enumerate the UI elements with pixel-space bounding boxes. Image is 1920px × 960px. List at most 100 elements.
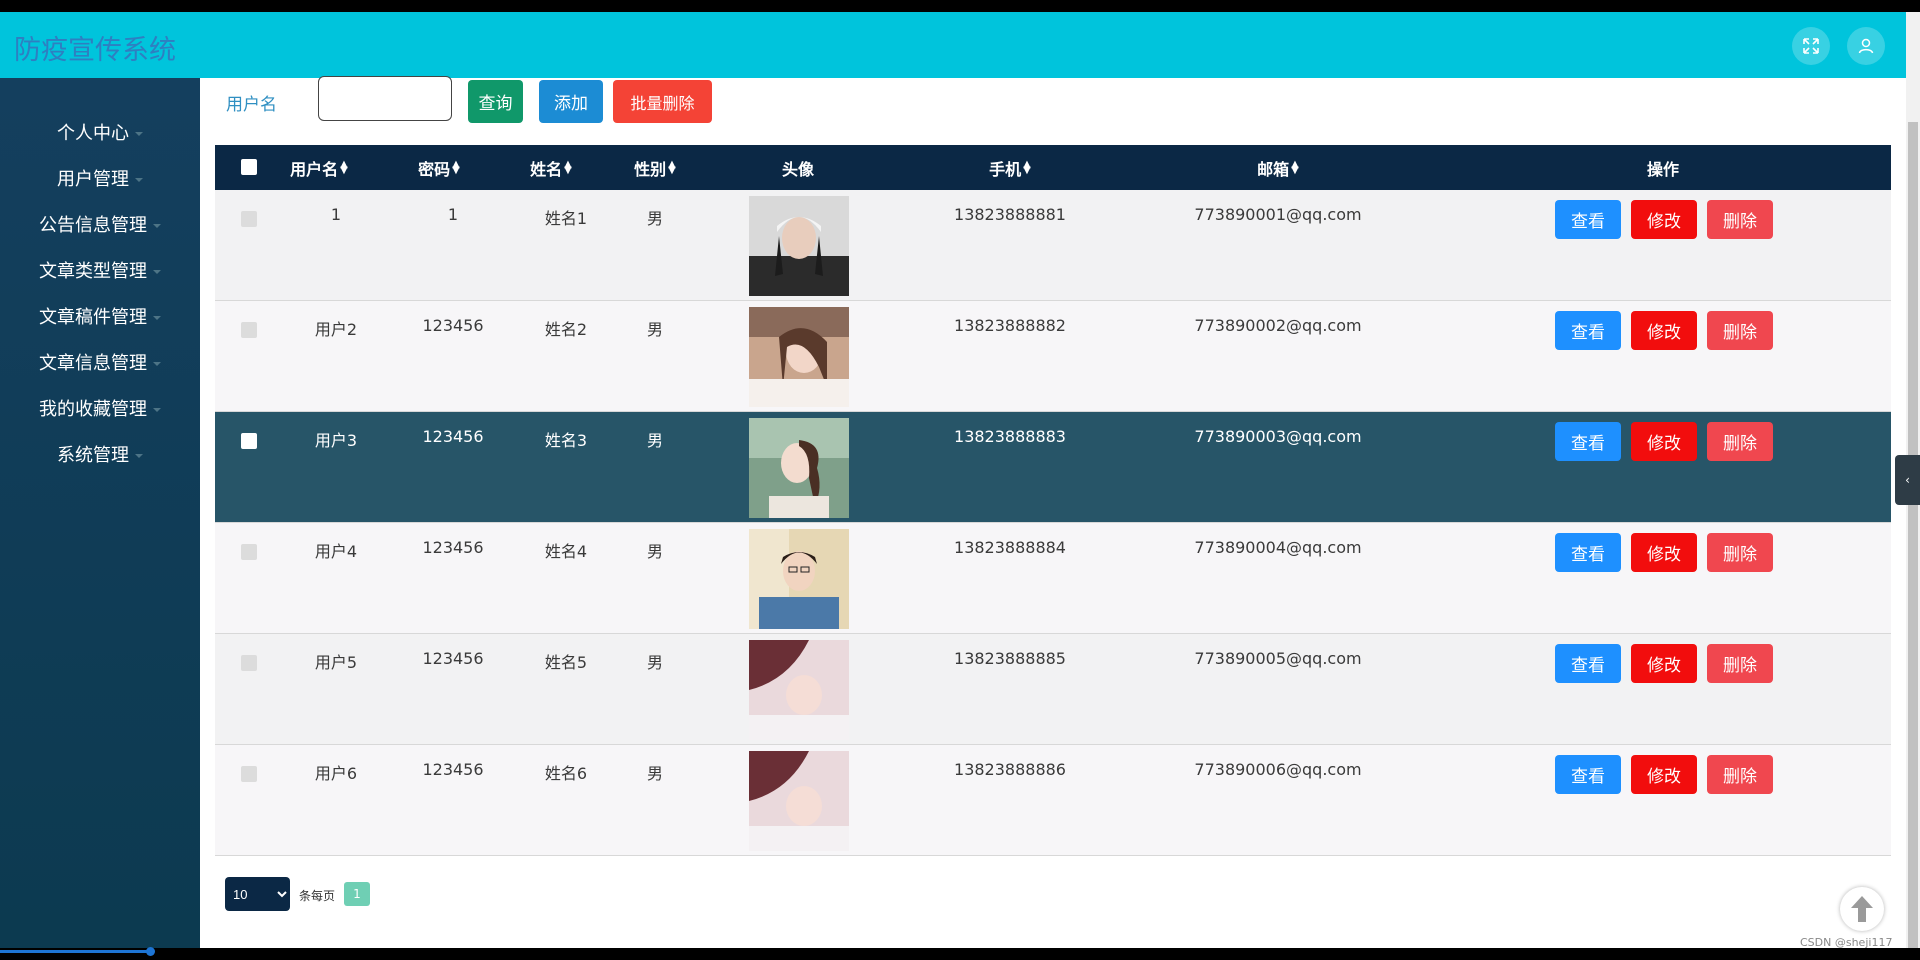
sort-icon: ▲ ▼ [1291, 158, 1299, 176]
delete-button[interactable]: 删除 [1707, 755, 1773, 794]
cell-phone: 13823888881 [954, 205, 1066, 224]
progress-handle[interactable] [146, 947, 155, 956]
cell-username: 1 [330, 205, 342, 224]
delete-button[interactable]: 删除 [1707, 533, 1773, 572]
cell-email: 773890005@qq.com [1194, 649, 1362, 668]
avatar-image [749, 196, 849, 296]
arrow-up-icon [1851, 896, 1873, 922]
chevron-down-icon [153, 316, 161, 320]
header-password[interactable]: 密码 ▲ ▼ [418, 145, 460, 190]
side-drawer-toggle[interactable]: ‹ [1895, 455, 1920, 505]
cell-password: 123456 [422, 760, 484, 779]
top-navbar: 防疫宣传系统 [0, 12, 1906, 78]
cell-name: 姓名3 [544, 431, 588, 450]
cell-phone: 13823888882 [954, 316, 1066, 335]
chevron-down-icon [135, 178, 143, 182]
cell-name: 姓名6 [544, 764, 588, 783]
sidebar-item-label: 文章类型管理 [39, 261, 147, 282]
delete-button[interactable]: 删除 [1707, 422, 1773, 461]
sort-icon: ▲ ▼ [668, 158, 676, 176]
edit-button[interactable]: 修改 [1631, 422, 1697, 461]
sidebar-item-favorites-management[interactable]: 我的收藏管理 [0, 388, 200, 428]
cell-password: 123456 [422, 316, 484, 335]
sidebar-item-label: 用户管理 [57, 169, 129, 190]
header-gender[interactable]: 性别 ▲ ▼ [634, 145, 676, 190]
sort-icon: ▲ ▼ [340, 158, 348, 176]
sort-icon: ▲ ▼ [564, 158, 572, 176]
view-button[interactable]: 查看 [1555, 422, 1621, 461]
row-checkbox[interactable] [241, 433, 257, 449]
page-size-select[interactable]: 10 [225, 877, 290, 911]
row-checkbox[interactable] [241, 322, 257, 338]
sidebar-item-notice-management[interactable]: 公告信息管理 [0, 204, 200, 244]
scrollbar-thumb[interactable] [1908, 122, 1918, 948]
header-label: 姓名 [530, 159, 563, 179]
view-button[interactable]: 查看 [1555, 644, 1621, 683]
delete-button[interactable]: 删除 [1707, 311, 1773, 350]
edit-button[interactable]: 修改 [1631, 755, 1697, 794]
cell-username: 用户3 [314, 431, 358, 450]
header-label: 邮箱 [1257, 159, 1290, 179]
delete-button[interactable]: 删除 [1707, 644, 1773, 683]
sidebar-item-label: 文章稿件管理 [39, 307, 147, 328]
back-to-top-button[interactable] [1840, 887, 1884, 931]
user-icon[interactable] [1847, 27, 1885, 65]
table-header: 用户名 ▲ ▼ 密码 ▲ ▼ 姓名 ▲ ▼ 性别 ▲ ▼ 头像 手机 ▲ ▼ 邮箱 ▲ ▼ 操作 [215, 145, 1891, 190]
sidebar-item-article-type-management[interactable]: 文章类型管理 [0, 250, 200, 290]
view-button[interactable]: 查看 [1555, 755, 1621, 794]
chevron-down-icon [153, 224, 161, 228]
sidebar-item-article-draft-management[interactable]: 文章稿件管理 [0, 296, 200, 336]
table-row: 用户3 123456 姓名3 男 13823888883 773890003@q… [215, 412, 1891, 523]
edit-button[interactable]: 修改 [1631, 200, 1697, 239]
header-label: 手机 [989, 159, 1022, 179]
cell-username: 用户5 [314, 653, 358, 672]
query-button[interactable]: 查询 [468, 80, 523, 123]
select-all-checkbox[interactable] [241, 159, 257, 175]
cell-gender: 男 [646, 209, 664, 228]
edit-button[interactable]: 修改 [1631, 311, 1697, 350]
cell-gender: 男 [646, 320, 664, 339]
search-label: 用户名 [226, 95, 277, 115]
view-button[interactable]: 查看 [1555, 200, 1621, 239]
cell-email: 773890006@qq.com [1194, 760, 1362, 779]
chevron-down-icon [135, 454, 143, 458]
cell-phone: 13823888884 [954, 538, 1066, 557]
avatar-image [749, 751, 849, 851]
view-button[interactable]: 查看 [1555, 533, 1621, 572]
header-label: 密码 [418, 159, 451, 179]
cell-name: 姓名4 [544, 542, 588, 561]
cell-phone: 13823888885 [954, 649, 1066, 668]
cell-gender: 男 [646, 542, 664, 561]
sidebar-item-system-management[interactable]: 系统管理 [0, 434, 200, 474]
header-label: 用户名 [290, 159, 339, 179]
header-label: 性别 [634, 159, 667, 179]
sidebar-item-article-info-management[interactable]: 文章信息管理 [0, 342, 200, 382]
page-number-button[interactable]: 1 [344, 882, 370, 906]
cell-email: 773890003@qq.com [1194, 427, 1362, 446]
edit-button[interactable]: 修改 [1631, 533, 1697, 572]
avatar-image [749, 640, 849, 740]
header-actions: 操作 [1647, 145, 1679, 190]
row-checkbox[interactable] [241, 766, 257, 782]
chevron-down-icon [153, 408, 161, 412]
header-name[interactable]: 姓名 ▲ ▼ [530, 145, 572, 190]
row-checkbox[interactable] [241, 211, 257, 227]
row-checkbox[interactable] [241, 544, 257, 560]
delete-button[interactable]: 删除 [1707, 200, 1773, 239]
header-email[interactable]: 邮箱 ▲ ▼ [1257, 145, 1299, 190]
view-button[interactable]: 查看 [1555, 311, 1621, 350]
cell-name: 姓名2 [544, 320, 588, 339]
header-phone[interactable]: 手机 ▲ ▼ [989, 145, 1031, 190]
edit-button[interactable]: 修改 [1631, 644, 1697, 683]
header-username[interactable]: 用户名 ▲ ▼ [290, 145, 348, 190]
cell-email: 773890002@qq.com [1194, 316, 1362, 335]
add-button[interactable]: 添加 [539, 80, 603, 123]
username-search-input[interactable] [318, 76, 452, 121]
sidebar-item-personal-center[interactable]: 个人中心 [0, 112, 200, 152]
avatar-image [749, 418, 849, 518]
sidebar-item-user-management[interactable]: 用户管理 [0, 158, 200, 198]
row-checkbox[interactable] [241, 655, 257, 671]
expand-icon[interactable] [1792, 27, 1830, 65]
batch-delete-button[interactable]: 批量删除 [613, 80, 712, 123]
app-title: 防疫宣传系统 [14, 35, 176, 66]
